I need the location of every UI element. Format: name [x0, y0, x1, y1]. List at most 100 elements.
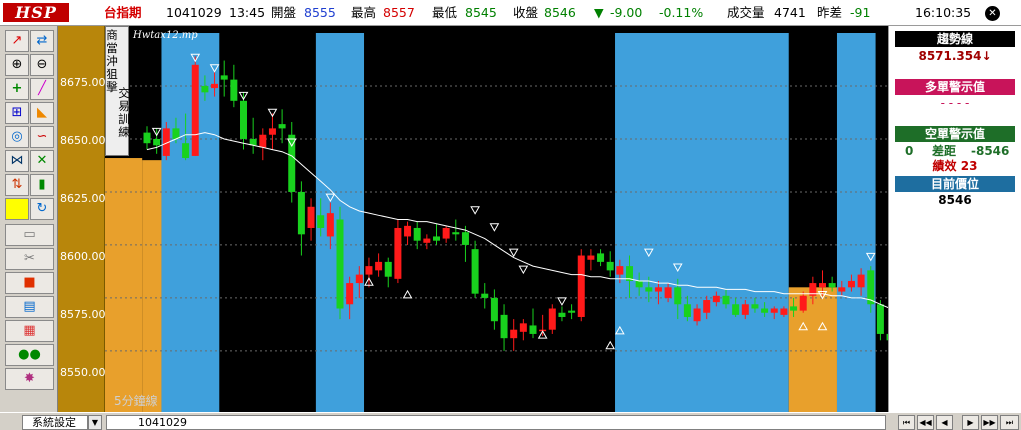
candle-body [683, 304, 691, 317]
quote-date: 1041029 [166, 5, 222, 20]
zoom-in-icon[interactable]: ⊕ [5, 54, 29, 76]
change-value: -9.00 [610, 5, 643, 20]
performance-label: 績效 [932, 159, 957, 173]
candle-body [143, 132, 151, 144]
signal-zone [836, 33, 876, 412]
chevron-down-icon[interactable]: ▼ [88, 415, 102, 430]
trend-line-header: 趨勢線 [895, 31, 1015, 47]
current-price-header: 目前價位 [895, 176, 1015, 192]
candle-body [423, 238, 431, 243]
color-swatch-icon[interactable] [5, 198, 29, 220]
candle-body [712, 295, 720, 303]
short-warning-header: 空單警示值 [895, 126, 1015, 142]
candle-body [297, 191, 305, 235]
current-price-value: 8546 [938, 193, 972, 207]
candle-body [741, 304, 749, 315]
candle-body [172, 128, 180, 139]
period-label: 5分鐘線 [114, 394, 158, 408]
candle-body [693, 308, 701, 322]
high-value: 8557 [383, 5, 415, 20]
candle-body [355, 274, 363, 284]
candle-body [481, 293, 489, 298]
candle-body [654, 287, 662, 292]
date-field[interactable]: 1041029 [106, 415, 886, 430]
signal-zone [364, 33, 616, 412]
candle-body [597, 253, 605, 262]
refresh-icon[interactable]: ↻ [30, 198, 54, 220]
candle-body [587, 255, 595, 260]
candlestick-chart[interactable]: 商當沖狙擊 交易訓練 Hwtax12.mp 5分鐘線 [105, 26, 888, 412]
candle-body [413, 227, 421, 241]
candle-body [326, 213, 334, 237]
candle-body [153, 138, 161, 146]
fibonacci-icon[interactable]: ⊞ [5, 102, 29, 124]
open-value: 8555 [304, 5, 336, 20]
side-menu-day-trade[interactable]: 商當沖狙擊 [106, 29, 118, 94]
candle-body [336, 219, 344, 309]
users-icon[interactable]: ●● [5, 344, 54, 366]
candle-body [278, 124, 286, 129]
side-menu-training[interactable]: 交易訓練 [118, 87, 130, 139]
candle-body [847, 280, 855, 288]
candle-body [317, 215, 325, 228]
system-settings-select[interactable]: 系統設定 [22, 415, 88, 430]
candle-body [404, 225, 412, 237]
scissors-icon[interactable]: ✂ [5, 248, 54, 270]
nav-fast-back-button[interactable]: ◀◀ [917, 415, 934, 430]
nav-first-button[interactable]: ⏮ [898, 415, 915, 430]
up-down-arrow-icon[interactable]: ⇅ [5, 174, 29, 196]
candle-body [346, 283, 354, 305]
long-warning-header: 多單警示值 [895, 79, 1015, 95]
report-icon[interactable]: ▤ [5, 296, 54, 318]
close-value: 8546 [544, 5, 576, 20]
hsp-logo: HSP [3, 3, 69, 22]
nav-fast-forward-button[interactable]: ▶▶ [981, 415, 998, 430]
candle-body [394, 227, 402, 279]
candle-body [606, 261, 614, 271]
candle-body [819, 283, 826, 288]
trend-line-icon[interactable]: ↗ [5, 30, 29, 52]
low-label: 最低 [432, 5, 458, 20]
low-value: 8545 [465, 5, 497, 20]
folder-icon[interactable]: ▭ [5, 224, 54, 246]
strategy-side-menu[interactable]: 商當沖狙擊 交易訓練 [105, 26, 130, 156]
change-percent: -0.11% [659, 5, 704, 20]
candle-body [529, 325, 537, 334]
close-icon[interactable]: ✕ [985, 6, 1000, 21]
candle-body [191, 64, 199, 156]
curve-icon[interactable]: ∽ [30, 126, 54, 148]
square-icon[interactable]: ■ [5, 272, 54, 294]
nav-forward-button[interactable]: ▶ [962, 415, 979, 430]
candle-body [500, 314, 508, 339]
nav-last-button[interactable]: ⏭ [1000, 415, 1019, 430]
candle-body [268, 128, 276, 135]
drawing-toolbar: ↗ ⇄ ⊕ ⊖ + ╱ ⊞ ◣ ◎ ∽ ⋈ ✕ ⇅ ▮ ↻ ▭ ✂ ■ ▤ ▦ … [0, 26, 58, 412]
sync-icon[interactable]: ⇄ [30, 30, 54, 52]
cross-lines-icon[interactable]: ✕ [30, 150, 54, 172]
grid-icon[interactable]: ▦ [5, 320, 54, 342]
candle-body [577, 255, 585, 317]
crosshair-icon[interactable]: + [5, 78, 29, 100]
candle-body [838, 287, 846, 292]
rectangle-icon[interactable]: ◣ [30, 102, 54, 124]
candle-body [761, 308, 769, 313]
flash-icon[interactable]: ✸ [5, 368, 54, 390]
candle-body [790, 306, 798, 311]
candle-body [375, 261, 383, 271]
candle-body [674, 287, 682, 305]
volume-value: 4741 [774, 5, 806, 20]
candle-body [645, 287, 653, 292]
candle-body [201, 85, 209, 93]
candle-body [510, 329, 518, 339]
nav-back-button[interactable]: ◀ [936, 415, 953, 430]
channel-icon[interactable]: ⋈ [5, 150, 29, 172]
line-draw-icon[interactable]: ╱ [30, 78, 54, 100]
candle-body [452, 232, 460, 235]
symbol-name[interactable]: 台指期 [104, 5, 142, 21]
signal-zone [105, 158, 143, 412]
candle-body [780, 308, 788, 315]
wave-icon[interactable]: ◎ [5, 126, 29, 148]
candle-icon[interactable]: ▮ [30, 174, 54, 196]
chart-canvas [105, 33, 888, 412]
zoom-out-icon[interactable]: ⊖ [30, 54, 54, 76]
